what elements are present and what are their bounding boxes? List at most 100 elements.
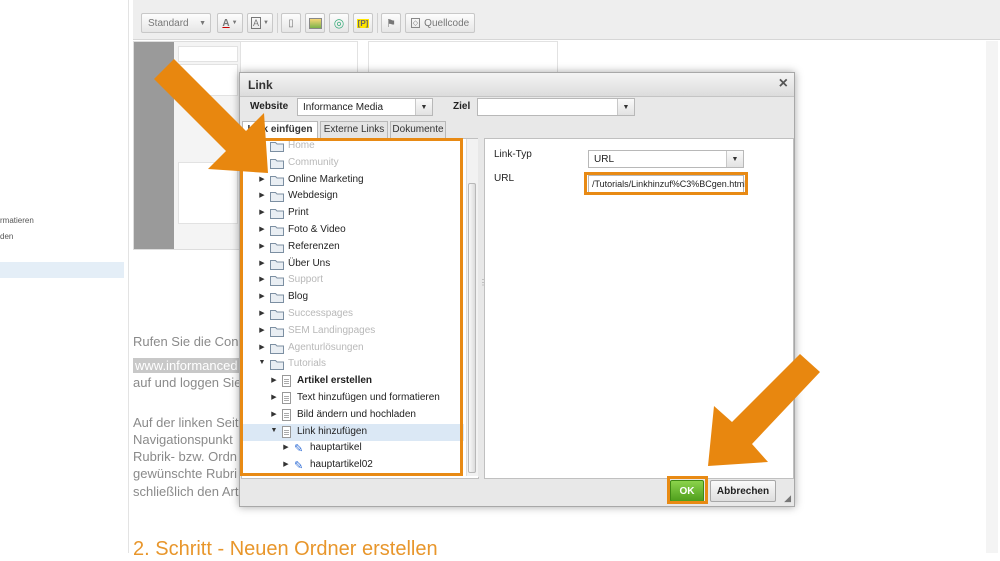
tree-item[interactable]: ▶ Print [242, 205, 464, 222]
tree-item[interactable]: ▶ Text hinzufügen und formatieren [242, 390, 464, 407]
tree-item[interactable]: ▶ Successpages [242, 306, 464, 323]
tree-item[interactable]: ▶ Blog [242, 289, 464, 306]
tree-scrollbar[interactable] [466, 139, 478, 476]
expand-right-icon[interactable]: ▶ [258, 343, 266, 351]
tree-item[interactable]: ▼ Link hinzufügen [242, 423, 464, 441]
tree-item-label: Successpages [288, 308, 354, 319]
resize-grip-icon[interactable]: ◢ [784, 493, 791, 504]
folder-icon [270, 226, 284, 236]
ok-button[interactable]: OK [670, 480, 704, 502]
sidebar-item-formatieren[interactable]: rmatieren [0, 216, 34, 225]
folder-icon [270, 360, 284, 371]
close-icon[interactable]: × [779, 75, 788, 93]
expand-right-icon[interactable]: ▶ [270, 376, 278, 384]
placeholder-button[interactable]: [P] [353, 13, 373, 33]
font-color-button[interactable]: A ▼ [217, 13, 243, 33]
tree-item-label: Agenturlösungen [288, 341, 364, 353]
link-type-select[interactable]: URL ▼ [588, 150, 744, 168]
tree-item-label: Referenzen [288, 240, 340, 252]
source-code-button[interactable]: ◇ Quellcode [405, 13, 475, 33]
folder-icon [270, 175, 284, 186]
link-type-value: URL [594, 154, 615, 165]
sidebar-item-den[interactable]: den [0, 232, 13, 241]
tree-item[interactable]: ▶ Agenturlösungen [242, 340, 464, 357]
expand-right-icon[interactable]: ▶ [258, 275, 266, 283]
tree-item[interactable]: ▶ SEM Landingpages [242, 323, 464, 340]
tab-dokumente[interactable]: Dokumente [390, 121, 446, 138]
tree-item-label: hauptartikel [310, 442, 362, 454]
background-screenshot [133, 41, 241, 250]
expand-right-icon[interactable]: ▶ [258, 309, 266, 317]
style-select[interactable]: Standard ▼ [141, 13, 211, 33]
background-color-button[interactable]: A ▼ [247, 13, 273, 33]
article-text: auf und loggen Sie [133, 375, 242, 390]
source-code-label: Quellcode [424, 17, 470, 29]
pencil-icon: ✎ [294, 443, 304, 456]
folder-icon [270, 242, 284, 253]
article-text: Auf der linken Seit [133, 415, 239, 430]
chevron-down-icon: ▼ [199, 19, 206, 27]
tree-item-label: Tutorials [288, 358, 326, 370]
tree-item-label: Artikel erstellen [297, 375, 373, 387]
expand-down-icon[interactable]: ▼ [270, 427, 278, 434]
expand-right-icon[interactable]: ▶ [258, 225, 266, 233]
tree-item[interactable]: ▶ ✎ hauptartikel [242, 440, 464, 457]
flag-icon: ⚑ [386, 17, 396, 30]
tree-item[interactable]: ▶ Support [242, 272, 464, 289]
expand-right-icon[interactable]: ▶ [258, 326, 266, 334]
tree-item[interactable]: ▶ Artikel erstellen [242, 373, 464, 390]
image-icon [308, 17, 322, 29]
article-text: Navigationspunkt [133, 432, 233, 447]
page-icon [282, 425, 291, 438]
page-tree-panel: Home Community ▶ Online Marketing ▶ Webdesign… [241, 138, 479, 479]
tree-item[interactable]: Community [242, 155, 464, 172]
expand-down-icon[interactable]: ▼ [258, 359, 266, 366]
folder-icon [270, 142, 284, 152]
expand-right-icon[interactable]: ▶ [258, 242, 266, 250]
page-icon [282, 408, 291, 421]
tree-item-label: Bild ändern und hochladen [297, 408, 416, 420]
expand-right-icon[interactable]: ▶ [258, 292, 266, 300]
image-button[interactable] [305, 13, 325, 33]
website-select[interactable]: Informance Media ▼ [297, 98, 433, 116]
document-button[interactable]: ▯ [281, 13, 301, 33]
expand-right-icon[interactable]: ▶ [258, 259, 266, 267]
document-icon: ▯ [288, 17, 294, 29]
url-label: URL [494, 173, 515, 184]
tab-externe-links[interactable]: Externe Links [320, 121, 388, 138]
scrollbar-thumb[interactable] [468, 183, 476, 473]
expand-right-icon[interactable]: ▶ [282, 460, 290, 468]
folder-icon [270, 310, 284, 320]
article-link[interactable]: www.informanced [133, 358, 240, 373]
tree-item[interactable]: ▶ Bild ändern und hochladen [242, 407, 464, 424]
expand-right-icon[interactable]: ▶ [270, 393, 278, 401]
tree-item[interactable]: Home [242, 139, 464, 155]
link-button[interactable]: ◎ [329, 13, 349, 33]
tree-item[interactable]: ▶ Referenzen [242, 239, 464, 256]
folder-icon [270, 326, 284, 337]
tree-item[interactable]: ▼ Tutorials [242, 356, 464, 373]
expand-right-icon[interactable]: ▶ [258, 191, 266, 199]
tree-item[interactable]: ▶ Online Marketing [242, 172, 464, 189]
sidebar-selected-item[interactable] [0, 262, 124, 278]
url-input[interactable]: /Tutorials/Linkhinzuf%C3%BCgen.html [588, 175, 746, 193]
tree-item[interactable]: ▶ Foto & Video [242, 222, 464, 239]
cancel-button[interactable]: Abbrechen [710, 480, 776, 502]
flag-button[interactable]: ⚑ [381, 13, 401, 33]
tree-item[interactable]: ▶ Webdesign [242, 188, 464, 205]
link-type-label: Link-Typ [494, 149, 532, 160]
expand-right-icon[interactable]: ▶ [258, 175, 266, 183]
ziel-select[interactable]: ▼ [477, 98, 635, 116]
article-text: Rubrik- bzw. Ordn [133, 449, 238, 464]
tree-item[interactable]: ▶ Über Uns [242, 256, 464, 273]
page-icon [282, 392, 291, 404]
folder-icon [270, 343, 284, 354]
dialog-titlebar[interactable]: Link × [240, 73, 794, 97]
chevron-down-icon: ▼ [726, 151, 743, 167]
expand-right-icon[interactable]: ▶ [258, 208, 266, 216]
page-scrollbar[interactable] [986, 41, 998, 553]
folder-icon [270, 276, 284, 287]
expand-right-icon[interactable]: ▶ [270, 410, 278, 418]
tree-item[interactable]: ▶ ✎ hauptartikel02 [242, 457, 464, 474]
expand-right-icon[interactable]: ▶ [282, 443, 290, 451]
